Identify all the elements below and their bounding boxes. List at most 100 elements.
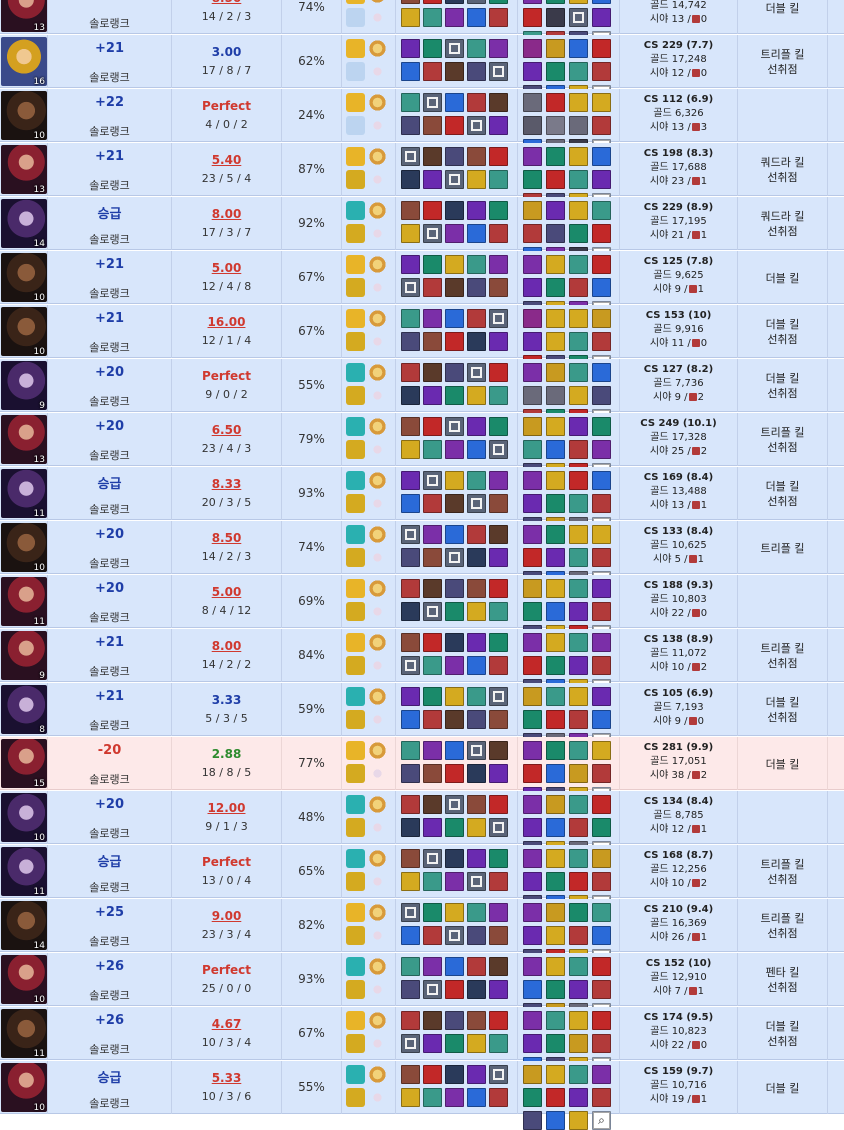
- team-champion-icon[interactable]: [423, 633, 442, 652]
- item-icon[interactable]: [523, 872, 542, 891]
- item-icon[interactable]: [523, 278, 542, 297]
- item-icon[interactable]: [569, 1088, 588, 1107]
- team-champion-icon[interactable]: [445, 93, 464, 112]
- item-icon[interactable]: [592, 602, 611, 621]
- item-icon[interactable]: [592, 39, 611, 58]
- team-champion-icon[interactable]: [489, 255, 508, 274]
- team-champion-icon[interactable]: [489, 741, 508, 760]
- team-champion-icon[interactable]: [467, 471, 486, 490]
- exhaust-spell-icon[interactable]: [346, 494, 365, 513]
- item-icon[interactable]: [523, 710, 542, 729]
- team-champion-icon[interactable]: [401, 579, 420, 598]
- item-icon[interactable]: [546, 980, 565, 999]
- team-champion-icon[interactable]: [401, 602, 420, 621]
- team-champion-icon[interactable]: [489, 980, 508, 999]
- item-icon[interactable]: [592, 8, 611, 27]
- item-icon[interactable]: [569, 795, 588, 814]
- item-icon[interactable]: [569, 39, 588, 58]
- team-champion-icon[interactable]: [445, 1034, 464, 1053]
- team-champion-icon[interactable]: [401, 471, 420, 490]
- team-champion-icon[interactable]: [423, 116, 442, 135]
- item-icon[interactable]: [546, 62, 565, 81]
- team-champion-icon[interactable]: [401, 710, 420, 729]
- item-icon[interactable]: [592, 1034, 611, 1053]
- team-champion-icon[interactable]: [445, 386, 464, 405]
- team-champion-icon[interactable]: [445, 309, 464, 328]
- item-icon[interactable]: [592, 332, 611, 351]
- item-icon[interactable]: [592, 417, 611, 436]
- match-row[interactable]: 11승급솔로랭크Perfect13 / 0 / 465%⌕CS 168 (8.7…: [0, 845, 844, 914]
- secondary-rune-icon[interactable]: [368, 710, 387, 729]
- team-champion-icon[interactable]: [467, 8, 486, 27]
- team-champion-icon[interactable]: [401, 332, 420, 351]
- match-row[interactable]: 11승급솔로랭크8.3320 / 3 / 593%⌕CS 169 (8.4)골드…: [0, 467, 844, 536]
- item-icon[interactable]: [523, 980, 542, 999]
- team-champion-icon[interactable]: [489, 170, 508, 189]
- item-icon[interactable]: [523, 1065, 542, 1084]
- team-champion-icon[interactable]: [401, 687, 420, 706]
- keystone-rune-icon[interactable]: [368, 525, 387, 544]
- match-row[interactable]: 10 +21 솔로랭크 16.00 12 / 1 / 4 67% ⌕ CS 153 (10) 골…: [0, 305, 844, 374]
- team-champion-icon[interactable]: [423, 39, 442, 58]
- team-champion-icon[interactable]: [467, 656, 486, 675]
- item-icon[interactable]: [569, 0, 588, 4]
- item-slot-icon[interactable]: [569, 8, 588, 27]
- item-icon[interactable]: [592, 62, 611, 81]
- team-champion-icon[interactable]: [489, 656, 508, 675]
- team-champion-icon[interactable]: [489, 849, 508, 868]
- team-champion-icon[interactable]: [401, 255, 420, 274]
- item-icon[interactable]: [523, 471, 542, 490]
- team-champion-icon[interactable]: [467, 602, 486, 621]
- team-champion-icon[interactable]: [489, 764, 508, 783]
- exhaust-spell-icon[interactable]: [346, 872, 365, 891]
- item-icon[interactable]: [546, 8, 565, 27]
- team-champion-icon[interactable]: [489, 8, 508, 27]
- secondary-rune-icon[interactable]: [368, 8, 387, 27]
- match-row[interactable]: 13+20솔로랭크6.5023 / 4 / 379%⌕CS 249 (10.1)…: [0, 413, 844, 482]
- team-champion-icon[interactable]: [467, 687, 486, 706]
- team-champion-icon[interactable]: [467, 548, 486, 567]
- item-icon[interactable]: [592, 957, 611, 976]
- team-champion-icon[interactable]: [467, 980, 486, 999]
- team-champion-icon[interactable]: [489, 633, 508, 652]
- ghost-spell-icon[interactable]: [346, 687, 365, 706]
- item-icon[interactable]: [592, 147, 611, 166]
- team-champion-icon[interactable]: [445, 471, 464, 490]
- item-icon[interactable]: [546, 741, 565, 760]
- exhaust-spell-icon[interactable]: [346, 710, 365, 729]
- team-champion-icon[interactable]: [423, 687, 442, 706]
- item-icon[interactable]: [546, 363, 565, 382]
- keystone-rune-icon[interactable]: [368, 687, 387, 706]
- item-icon[interactable]: [569, 656, 588, 675]
- ghost-spell-icon[interactable]: [346, 957, 365, 976]
- item-icon[interactable]: [569, 849, 588, 868]
- item-icon[interactable]: [592, 795, 611, 814]
- keystone-rune-icon[interactable]: [368, 39, 387, 58]
- keystone-rune-icon[interactable]: [368, 633, 387, 652]
- team-champion-icon[interactable]: [423, 795, 442, 814]
- team-champion-icon[interactable]: [489, 224, 508, 243]
- item-icon[interactable]: [546, 440, 565, 459]
- team-champion-icon[interactable]: [423, 525, 442, 544]
- item-icon[interactable]: [523, 93, 542, 112]
- item-icon[interactable]: [546, 309, 565, 328]
- team-champion-icon[interactable]: [467, 309, 486, 328]
- team-champion-icon[interactable]: [401, 1065, 420, 1084]
- item-icon[interactable]: [569, 1034, 588, 1053]
- item-icon[interactable]: [546, 710, 565, 729]
- item-icon[interactable]: [523, 1088, 542, 1107]
- team-champion-icon[interactable]: [423, 1034, 442, 1053]
- item-icon[interactable]: [592, 980, 611, 999]
- keystone-rune-icon[interactable]: [368, 579, 387, 598]
- item-icon[interactable]: [523, 116, 542, 135]
- team-champion-icon[interactable]: [401, 926, 420, 945]
- item-icon[interactable]: [546, 1034, 565, 1053]
- secondary-rune-icon[interactable]: [368, 386, 387, 405]
- item-icon[interactable]: [546, 687, 565, 706]
- team-champion-icon[interactable]: [445, 224, 464, 243]
- exhaust-spell-icon[interactable]: [346, 1034, 365, 1053]
- team-champion-icon[interactable]: [489, 926, 508, 945]
- item-icon[interactable]: [546, 926, 565, 945]
- keystone-rune-icon[interactable]: [368, 255, 387, 274]
- item-icon[interactable]: [546, 255, 565, 274]
